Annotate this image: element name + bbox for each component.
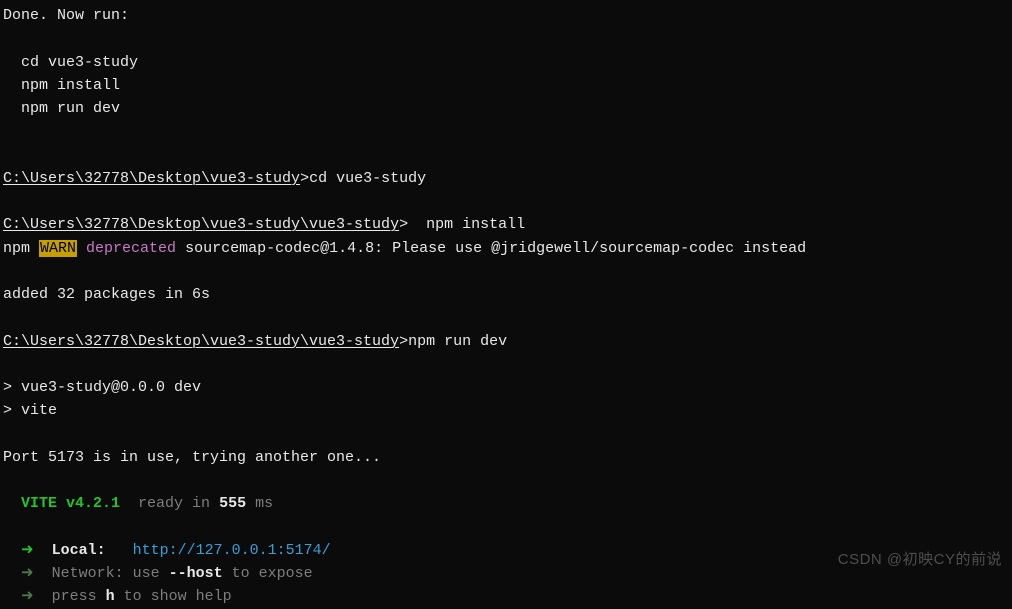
arrow-icon: ➜ [3, 542, 52, 559]
arrow-icon: ➜ [3, 588, 52, 605]
step-dev: npm run dev [3, 100, 120, 117]
prompt-sep-2: > [399, 216, 417, 233]
prompt-path-2: C:\Users\32778\Desktop\vue3-study\vue3-s… [3, 216, 399, 233]
ready-unit: ms [255, 495, 273, 512]
added-packages: added 32 packages in 6s [3, 286, 210, 303]
terminal-output[interactable]: Done. Now run: cd vue3-study npm install… [3, 4, 1009, 609]
prompt-cmd-2: npm install [417, 216, 525, 233]
warn-badge: WARN [39, 240, 77, 257]
ready-ms: 555 [219, 495, 255, 512]
step-install: npm install [3, 77, 120, 94]
prompt-path-1: C:\Users\32778\Desktop\vue3-study [3, 170, 300, 187]
step-cd: cd vue3-study [3, 54, 138, 71]
prompt-sep-3: > [399, 333, 408, 350]
prompt-path-3: C:\Users\32778\Desktop\vue3-study\vue3-s… [3, 333, 399, 350]
npm-script-1: > vue3-study@0.0.0 dev [3, 379, 201, 396]
vite-version: VITE v4.2.1 [3, 495, 120, 512]
port-in-use: Port 5173 is in use, trying another one.… [3, 449, 381, 466]
npm-prefix: npm [3, 240, 39, 257]
prompt-sep-1: > [300, 170, 309, 187]
done-line: Done. Now run: [3, 7, 129, 24]
npm-script-2: > vite [3, 402, 57, 419]
arrow-icon: ➜ [3, 565, 52, 582]
help-tail: to show help [115, 588, 232, 605]
help-key: h [106, 588, 115, 605]
deprecated-label: deprecated [77, 240, 176, 257]
prompt-cmd-1: cd vue3-study [309, 170, 426, 187]
local-url[interactable]: http://127.0.0.1:5174/ [133, 542, 331, 559]
help-pre: press [52, 588, 106, 605]
ready-label: ready in [120, 495, 219, 512]
network-tail: to expose [223, 565, 313, 582]
deprecated-msg: sourcemap-codec@1.4.8: Please use @jridg… [176, 240, 806, 257]
network-label: Network: use [52, 565, 169, 582]
watermark: CSDN @初映CY的前说 [838, 548, 1002, 571]
prompt-cmd-3: npm run dev [408, 333, 507, 350]
network-host-flag: --host [169, 565, 223, 582]
local-label: Local: [52, 542, 133, 559]
